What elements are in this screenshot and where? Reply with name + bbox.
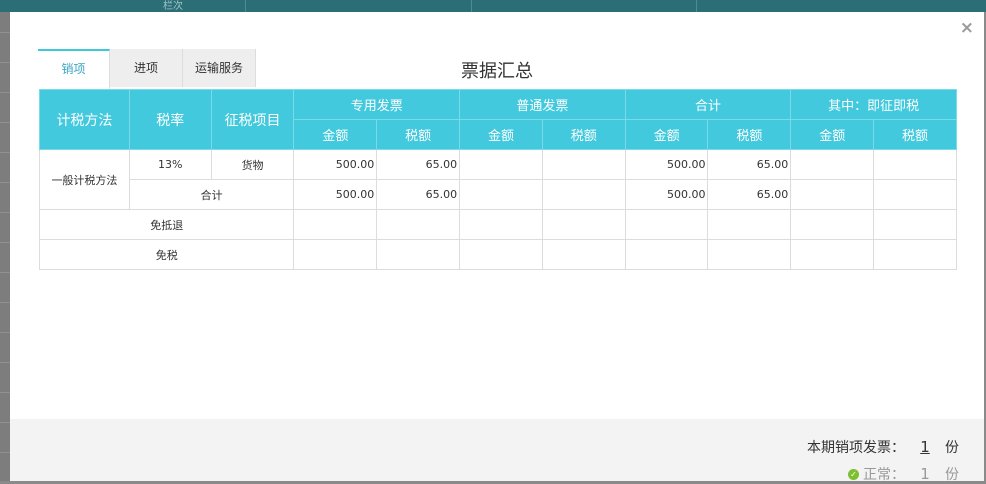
page-title: 票据汇总 [461, 61, 533, 82]
header-amount: 金额 [459, 119, 543, 150]
empty-cell [873, 239, 957, 270]
ordinary-amount-cell [459, 149, 543, 180]
header-tax: 税额 [376, 119, 461, 150]
empty-cell [293, 239, 378, 270]
empty-cell [707, 239, 792, 270]
subtotal-immediate-tax-cell [873, 179, 957, 210]
header-special-invoice: 专用发票 [293, 89, 461, 120]
empty-cell [790, 209, 875, 240]
background-column-label: 栏次 [163, 1, 183, 12]
special-tax-cell: 65.00 [376, 149, 461, 180]
item-cell: 货物 [210, 149, 295, 180]
background-header: 栏次 [0, 0, 986, 12]
empty-cell [790, 239, 875, 270]
subtotal-ordinary-amount-cell [459, 179, 543, 210]
header-tax: 税额 [541, 119, 626, 150]
summary-table: 计税方法 税率 征税项目 专用发票 普通发票 合计 其中：即征即税 金额 税额 … [38, 89, 957, 270]
normal-count-line: ✓ 正常： 1 份 [848, 464, 959, 484]
rate-cell: 13% [128, 149, 212, 180]
empty-cell [459, 239, 543, 270]
empty-cell [624, 209, 709, 240]
header-amount: 金额 [624, 119, 709, 150]
exempt-refund-cell: 免抵退 [38, 209, 295, 240]
invoice-count-value[interactable]: 1 [905, 438, 945, 456]
table-header-row: 计税方法 税率 征税项目 专用发票 普通发票 合计 其中：即征即税 [39, 89, 957, 150]
empty-cell [541, 239, 626, 270]
header-tax: 税额 [707, 119, 792, 150]
ordinary-tax-cell [541, 149, 626, 180]
empty-cell [376, 209, 461, 240]
immediate-tax-cell [873, 149, 957, 180]
empty-cell [293, 209, 378, 240]
header-amount: 金额 [293, 119, 378, 150]
header-method: 计税方法 [39, 89, 130, 150]
close-icon[interactable]: × [960, 18, 974, 38]
header-tax: 税额 [873, 119, 957, 150]
empty-cell [376, 239, 461, 270]
invoice-count-unit: 份 [945, 440, 959, 456]
subtotal-special-tax-cell: 65.00 [376, 179, 461, 210]
header-rate: 税率 [128, 89, 212, 150]
empty-cell [624, 239, 709, 270]
subtotal-ordinary-tax-cell [541, 179, 626, 210]
empty-cell [459, 209, 543, 240]
check-circle-icon: ✓ [848, 468, 859, 480]
subtotal-total-amount-cell: 500.00 [624, 179, 709, 210]
total-amount-cell: 500.00 [624, 149, 709, 180]
empty-cell [873, 209, 957, 240]
immediate-amount-cell [790, 149, 875, 180]
header-item: 征税项目 [210, 89, 295, 150]
table-row: 合计 500.00 65.00 500.00 65.00 [40, 179, 957, 210]
header-immediate-levy: 其中：即征即税 [790, 89, 957, 120]
empty-cell [541, 209, 626, 240]
general-method-cell: 一般计税方法 [39, 149, 130, 210]
table-row: 一般计税方法 13% 货物 500.00 65.00 500.00 65.00 [39, 149, 957, 210]
empty-cell [707, 209, 792, 240]
invoice-count-label: 本期销项发票： [807, 440, 905, 456]
background-cell [472, 0, 697, 12]
subtotal-immediate-amount-cell [790, 179, 875, 210]
invoice-count-line: 本期销项发票： 1 份 [807, 437, 959, 457]
table-row: 免税 [38, 239, 957, 270]
subtotal-total-tax-cell: 65.00 [707, 179, 792, 210]
total-tax-cell: 65.00 [707, 149, 792, 180]
subtotal-special-amount-cell: 500.00 [293, 179, 378, 210]
normal-count-label: 正常： [863, 467, 905, 483]
table-row: 免抵退 [38, 209, 957, 240]
invoice-summary-modal: × 销项 进项 运输服务 票据汇总 计税方法 税率 征税项目 专用发票 普通发票… [10, 12, 984, 484]
summary-footer: 本期销项发票： 1 份 ✓ 正常： 1 份 [10, 419, 984, 484]
header-ordinary-invoice: 普通发票 [459, 89, 626, 120]
subtotal-label-cell: 合计 [128, 179, 295, 210]
background-cell [246, 0, 472, 12]
header-amount: 金额 [790, 119, 875, 150]
background-cell [0, 0, 246, 12]
tax-free-cell: 免税 [38, 239, 295, 270]
background-left-edge [0, 12, 10, 481]
special-amount-cell: 500.00 [293, 149, 378, 180]
normal-count-value: 1 [920, 465, 930, 483]
header-total: 合计 [624, 89, 792, 120]
normal-count-unit: 份 [945, 467, 959, 483]
